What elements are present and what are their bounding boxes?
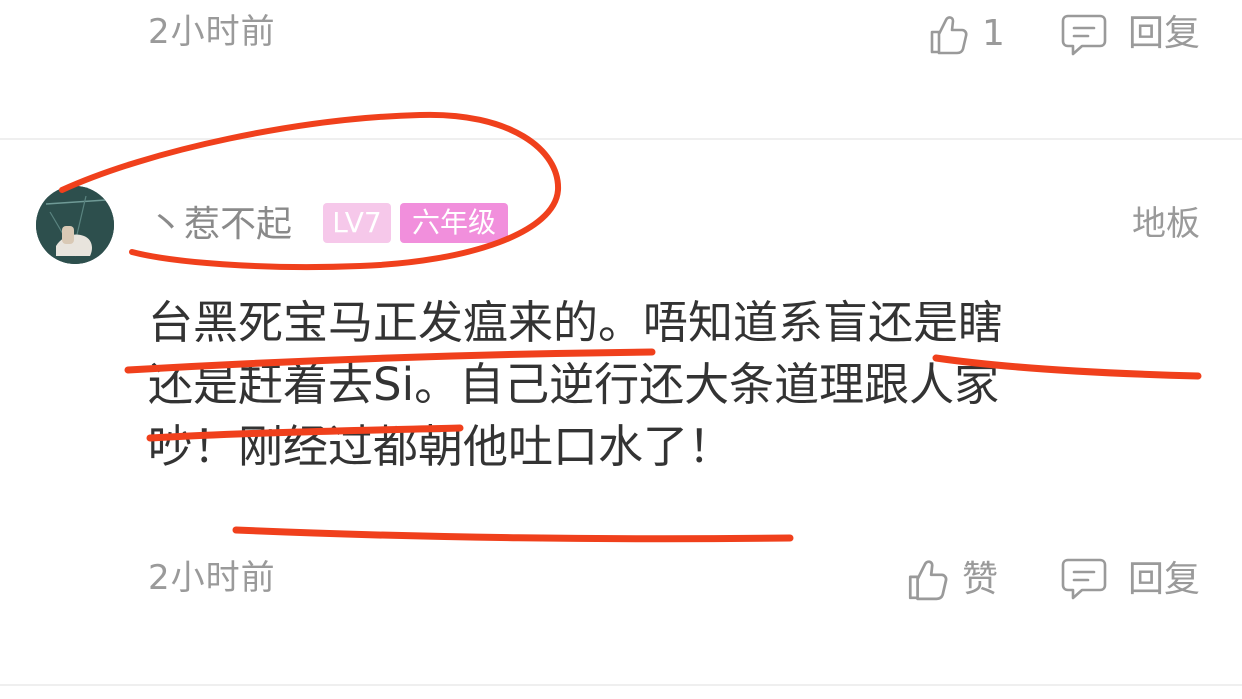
comment-line: 还是赶着去Si。自己逆行还大条道理跟人家 <box>148 358 1000 411</box>
thumbs-up-icon <box>908 560 948 601</box>
username[interactable]: 丶惹不起 <box>148 203 292 247</box>
comment-line: 吵！刚经过都朝他吐口水了！ <box>148 420 734 473</box>
floor-label: 地板 <box>1132 204 1200 244</box>
comment-bubble-icon <box>1061 558 1107 600</box>
level-badge: LV7 <box>323 203 391 243</box>
previous-like-button[interactable]: 1 <box>926 12 1006 56</box>
comment-timestamp: 2小时前 <box>148 558 276 598</box>
comment-line: 台黑死宝马正发瘟来的。唔知道系盲还是瞎 <box>148 296 1004 349</box>
reply-label: 回复 <box>1128 559 1201 600</box>
like-button[interactable]: 赞 <box>904 556 1014 602</box>
annotation-underline <box>232 526 794 543</box>
previous-comment-timestamp: 2小时前 <box>148 12 276 52</box>
reply-button[interactable]: 回复 <box>1060 556 1210 602</box>
comment-bubble-icon <box>1061 14 1107 56</box>
previous-reply-label: 回复 <box>1128 13 1201 54</box>
comment-divider <box>0 138 1242 140</box>
grade-badge: 六年级 <box>400 203 508 243</box>
previous-like-count: 1 <box>982 13 1005 54</box>
avatar-image <box>36 186 114 264</box>
comment-divider <box>0 684 1242 686</box>
like-label: 赞 <box>962 559 999 600</box>
previous-reply-button[interactable]: 回复 <box>1060 12 1210 56</box>
avatar[interactable] <box>36 186 114 264</box>
thumbs-up-icon <box>930 16 968 55</box>
comment-content: 台黑死宝马正发瘟来的。唔知道系盲还是瞎 还是赶着去Si。自己逆行还大条道理跟人家… <box>148 292 1158 478</box>
